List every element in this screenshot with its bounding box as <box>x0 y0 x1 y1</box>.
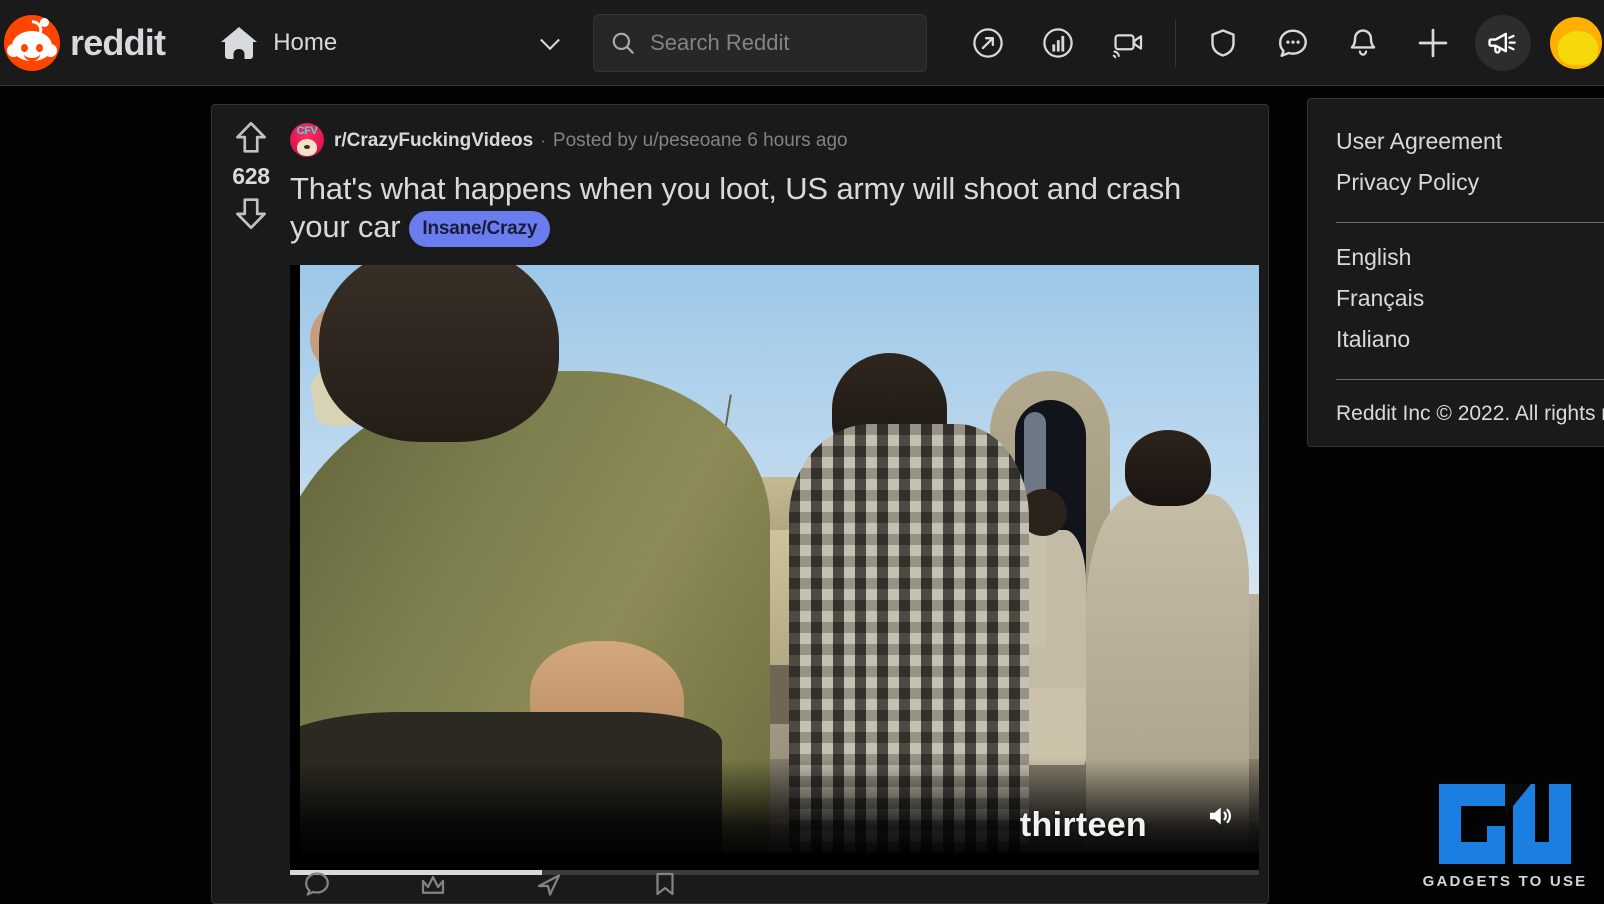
header-icon-group <box>953 0 1604 86</box>
vote-column: 628 <box>212 105 290 903</box>
sidebar-link-user-agreement[interactable]: User Agreement <box>1336 121 1604 162</box>
downvote-arrow-icon[interactable] <box>234 194 268 232</box>
sidebar-link-privacy-policy[interactable]: Privacy Policy <box>1336 162 1604 203</box>
video-frame: thirteen <box>300 265 1259 854</box>
nav-dropdown-label: Home <box>273 28 338 56</box>
sidebar-language-francais[interactable]: Français <box>1336 278 1604 319</box>
sidebar-divider-top <box>1336 222 1604 223</box>
chevron-down-icon <box>540 29 560 50</box>
reddit-wordmark[interactable]: reddit <box>70 24 166 61</box>
search-bar[interactable] <box>593 13 927 72</box>
post-title[interactable]: That's what happens when you loot, US ar… <box>290 170 1268 248</box>
comment-icon[interactable] <box>302 869 332 899</box>
video-right-person-head <box>1124 429 1212 507</box>
plus-icon[interactable] <box>1405 15 1461 71</box>
megaphone-icon[interactable] <box>1475 14 1531 71</box>
footer-sidebar-card: User Agreement Privacy Policy English Fr… <box>1307 98 1604 447</box>
top-navigation-bar: reddit Home <box>0 0 1604 86</box>
trending-arrow-icon[interactable] <box>960 15 1016 71</box>
post-action-bar <box>302 857 1162 903</box>
post-content: CFV r/CrazyFuckingVideos · Posted by u/p… <box>290 105 1268 903</box>
search-icon <box>612 32 634 54</box>
chat-bubble-icon[interactable] <box>1265 15 1321 71</box>
popular-chart-icon[interactable] <box>1030 15 1086 71</box>
community-dropdown[interactable]: Home <box>207 12 571 74</box>
video-camera-icon[interactable] <box>1100 15 1156 71</box>
meta-separator: · <box>540 130 546 150</box>
notification-bell-icon[interactable] <box>1335 15 1391 71</box>
volume-on-icon[interactable] <box>1203 801 1237 831</box>
award-icon[interactable] <box>418 869 448 899</box>
shield-icon[interactable] <box>1195 15 1251 71</box>
post-video-player[interactable]: thirteen <box>290 265 1259 876</box>
user-avatar[interactable] <box>1548 14 1604 71</box>
upvote-arrow-icon[interactable] <box>234 119 268 157</box>
video-foreground-soldier-head <box>319 265 559 442</box>
video-station-watermark: thirteen <box>1019 806 1147 845</box>
header-divider <box>1175 18 1176 67</box>
reddit-home-logo[interactable]: reddit <box>4 14 166 71</box>
watermark-text: GADGETS TO USE <box>1422 873 1588 890</box>
post-flair-badge[interactable]: Insane/Crazy <box>409 211 551 248</box>
home-icon <box>221 25 258 61</box>
save-icon[interactable] <box>650 869 680 899</box>
reddit-snoo-icon[interactable] <box>4 14 60 71</box>
subreddit-avatar-cfv[interactable]: CFV <box>290 123 324 157</box>
gadgets-to-use-watermark: GADGETS TO USE <box>1420 780 1590 890</box>
sidebar-copyright: Reddit Inc © 2022. All rights reserved <box>1336 402 1604 425</box>
sidebar-language-english[interactable]: English <box>1336 237 1604 278</box>
gu-logo-icon <box>1435 780 1575 868</box>
search-input[interactable] <box>650 29 910 56</box>
post-score: 628 <box>232 163 270 189</box>
share-icon[interactable] <box>534 869 564 899</box>
sidebar-language-italiano[interactable]: Italiano <box>1336 319 1604 360</box>
post-meta: CFV r/CrazyFuckingVideos · Posted by u/p… <box>290 123 1268 157</box>
subreddit-link[interactable]: r/CrazyFuckingVideos <box>334 131 533 150</box>
post-card: 628 CFV r/CrazyFuckingVideos · Posted by… <box>211 104 1269 904</box>
post-author-and-time[interactable]: Posted by u/peseoane 6 hours ago <box>553 131 848 150</box>
sidebar-divider-bottom <box>1336 379 1604 380</box>
